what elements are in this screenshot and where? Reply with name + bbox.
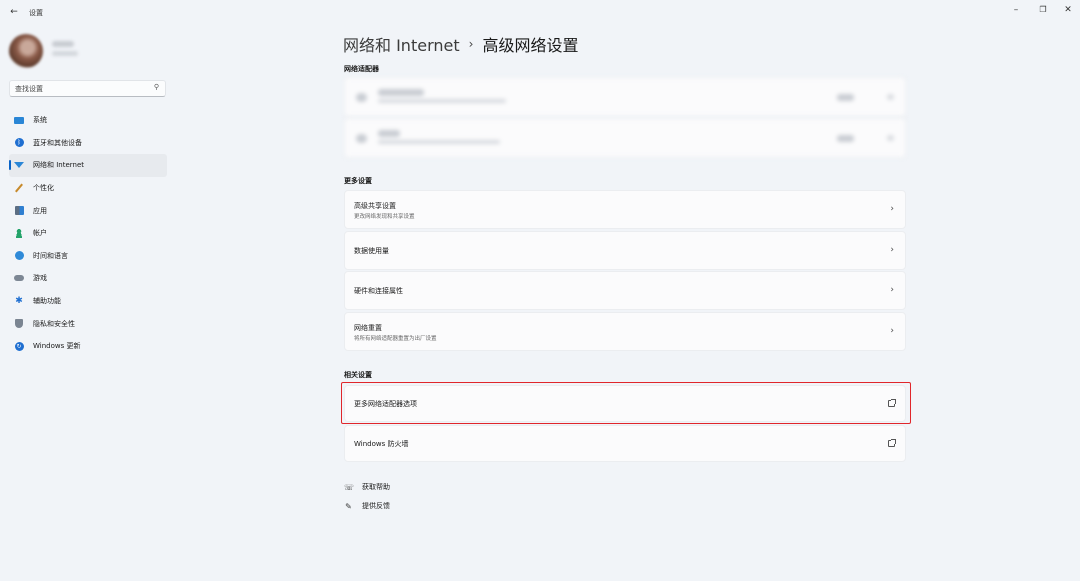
update-icon: ↻ [14, 341, 24, 351]
sidebar-item-gaming[interactable]: 游戏 [9, 267, 167, 290]
sidebar-item-label: 蓝牙和其他设备 [33, 138, 82, 148]
back-arrow-icon[interactable]: ← [8, 6, 20, 18]
section-title-more: 更多设置 [344, 176, 372, 186]
clock-globe-icon [14, 251, 24, 261]
feedback-icon: ✎ [344, 502, 353, 511]
brush-icon [14, 183, 24, 193]
sidebar-item-apps[interactable]: 应用 [9, 199, 167, 222]
breadcrumb: 网络和 Internet › 高级网络设置 [343, 32, 578, 56]
get-help-label: 获取帮助 [362, 482, 390, 492]
sidebar-item-label: 时间和语言 [33, 251, 68, 261]
chevron-right-icon: › [890, 245, 894, 255]
sidebar-item-label: 隐私和安全性 [33, 319, 75, 329]
minimize-button[interactable]: – [1003, 3, 1029, 17]
sidebar-item-label: 辅助功能 [33, 296, 61, 306]
chevron-right-icon: › [890, 326, 894, 336]
shield-icon [14, 319, 24, 329]
sidebar-item-label: 网络和 Internet [33, 160, 84, 170]
search-box[interactable]: ⚲ [9, 80, 166, 97]
item-title: 硬件和连接属性 [354, 286, 403, 296]
sidebar-item-accounts[interactable]: 帐户 [9, 222, 167, 245]
apps-icon [14, 206, 24, 216]
sidebar-item-accessibility[interactable]: ✱ 辅助功能 [9, 290, 167, 313]
give-feedback-label: 提供反馈 [362, 501, 390, 511]
help-chat-icon: ☏ [344, 483, 353, 492]
section-title-adapters: 网络适配器 [344, 64, 379, 74]
advanced-sharing-settings-item[interactable]: 高级共享设置 更改网络发现和共享设置 › [344, 190, 906, 229]
highlight-box [341, 382, 911, 424]
sidebar-item-bluetooth[interactable]: ᛒ 蓝牙和其他设备 [9, 132, 167, 155]
accessibility-icon: ✱ [14, 296, 24, 306]
sidebar-item-label: 个性化 [33, 183, 54, 193]
sidebar-item-windows-update[interactable]: ↻ Windows 更新 [9, 335, 167, 358]
avatar[interactable] [9, 34, 43, 68]
sidebar-item-system[interactable]: 系统 [9, 109, 167, 132]
adapter-card-wifi[interactable] [344, 118, 906, 158]
hardware-connection-properties-item[interactable]: 硬件和连接属性 › [344, 271, 906, 310]
sidebar-item-label: 系统 [33, 115, 47, 125]
item-subtitle: 更改网络发现和共享设置 [354, 212, 415, 220]
restore-button[interactable]: ❐ [1030, 3, 1056, 17]
sidebar-item-network[interactable]: 网络和 Internet [9, 154, 167, 177]
monitor-icon [14, 115, 24, 125]
breadcrumb-parent[interactable]: 网络和 Internet [343, 32, 460, 56]
sidebar-item-label: 应用 [33, 206, 47, 216]
sidebar-item-privacy[interactable]: 隐私和安全性 [9, 312, 167, 335]
data-usage-item[interactable]: 数据使用量 › [344, 231, 906, 270]
search-input[interactable] [10, 81, 140, 96]
sidebar-item-time-language[interactable]: 时间和语言 [9, 245, 167, 268]
wifi-icon [14, 160, 24, 170]
give-feedback-link[interactable]: ✎ 提供反馈 [344, 501, 390, 511]
page-title: 高级网络设置 [482, 32, 578, 56]
title-bar: ← 设置 – ❐ ✕ [0, 0, 1080, 26]
app-title: 设置 [29, 8, 43, 18]
item-title: 数据使用量 [354, 246, 389, 256]
chevron-right-icon: › [890, 204, 894, 214]
section-title-related: 相关设置 [344, 370, 372, 380]
windows-firewall-item[interactable]: Windows 防火墙 [344, 425, 906, 462]
network-reset-item[interactable]: 网络重置 将所有网络适配器重置为出厂设置 › [344, 312, 906, 351]
sidebar-nav: 系统 ᛒ 蓝牙和其他设备 网络和 Internet 个性化 应用 帐户 时间和语… [9, 109, 167, 358]
item-subtitle: 将所有网络适配器重置为出厂设置 [354, 334, 437, 342]
item-title: 高级共享设置 [354, 201, 396, 211]
profile-email-blurred [52, 51, 78, 56]
sidebar-item-label: 游戏 [33, 273, 47, 283]
sidebar-item-personalization[interactable]: 个性化 [9, 177, 167, 200]
item-title: 网络重置 [354, 323, 382, 333]
bluetooth-icon: ᛒ [14, 138, 24, 148]
close-button[interactable]: ✕ [1055, 3, 1080, 17]
get-help-link[interactable]: ☏ 获取帮助 [344, 482, 390, 492]
sidebar-item-label: Windows 更新 [33, 341, 80, 351]
profile-name-blurred [52, 41, 74, 47]
search-icon[interactable]: ⚲ [154, 83, 159, 91]
gamepad-icon [14, 273, 24, 283]
item-title: Windows 防火墙 [354, 439, 408, 449]
chevron-right-icon: › [890, 285, 894, 295]
external-link-icon [888, 440, 895, 447]
user-icon [14, 228, 24, 238]
chevron-right-icon: › [469, 37, 474, 51]
adapter-card-ethernet[interactable] [344, 77, 906, 117]
sidebar-item-label: 帐户 [33, 228, 47, 238]
